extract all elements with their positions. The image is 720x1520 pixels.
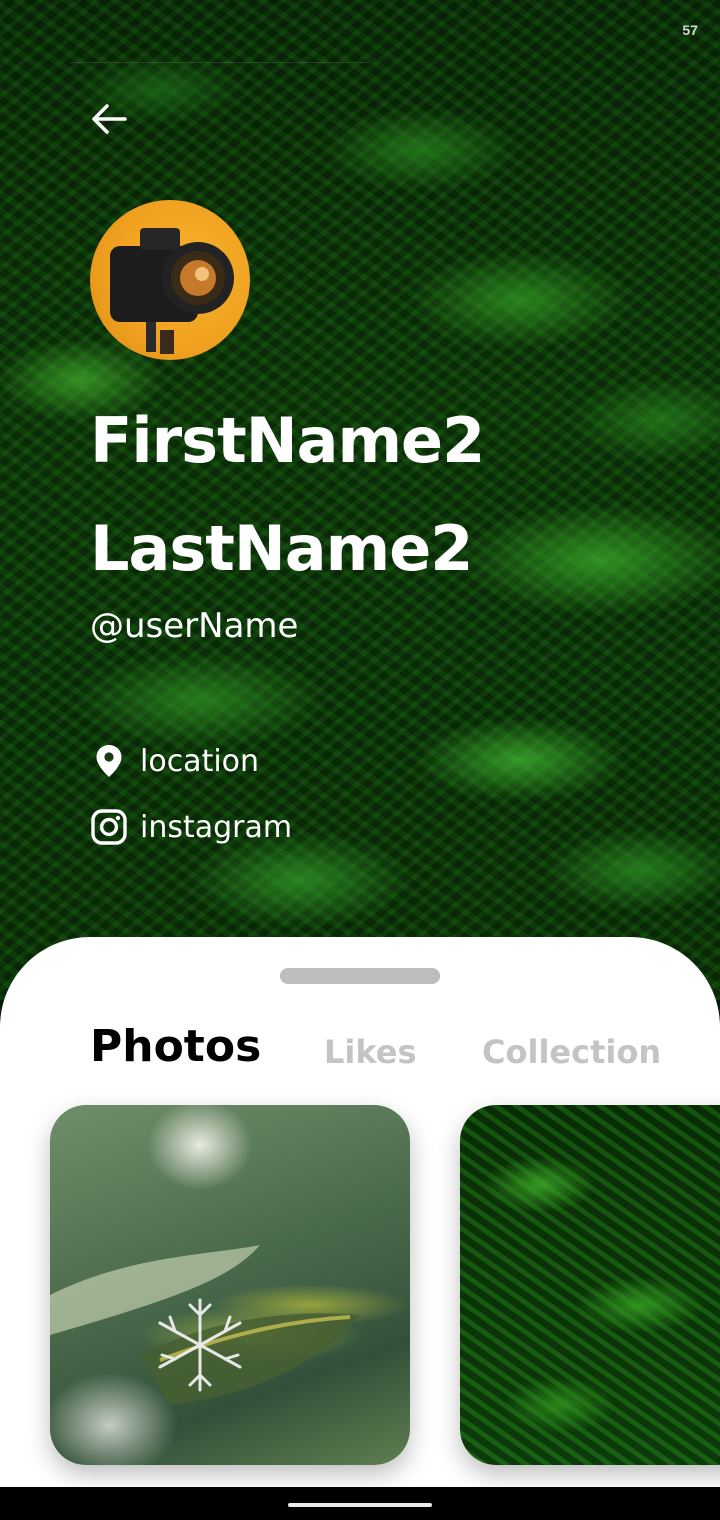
location-pin-icon xyxy=(90,742,128,780)
instagram-row[interactable]: instagram xyxy=(90,808,292,846)
status-divider xyxy=(70,62,370,63)
location-row[interactable]: location xyxy=(90,742,259,780)
camera-icon xyxy=(110,228,234,354)
last-name: LastName2 xyxy=(90,512,473,585)
first-name: FirstName2 xyxy=(90,404,485,477)
status-time: 57 xyxy=(682,22,698,38)
back-button[interactable] xyxy=(84,94,134,144)
tab-photos[interactable]: Photos xyxy=(90,1021,261,1072)
system-navigation-bar xyxy=(0,1487,720,1520)
snowflake-image xyxy=(50,1245,360,1405)
tab-likes[interactable]: Likes xyxy=(324,1033,417,1071)
location-text: location xyxy=(140,743,260,779)
photo-card[interactable] xyxy=(460,1105,720,1465)
photo-card[interactable] xyxy=(50,1105,410,1465)
instagram-text: instagram xyxy=(140,809,293,845)
arrow-left-icon xyxy=(92,104,127,134)
photos-bottom-sheet: Photos Likes Collection xyxy=(0,937,720,1487)
drag-handle[interactable] xyxy=(280,968,440,984)
header-background-image xyxy=(0,0,720,1000)
avatar[interactable] xyxy=(90,200,250,360)
instagram-icon xyxy=(90,808,128,846)
tab-collection[interactable]: Collection xyxy=(482,1033,661,1071)
username: @userName xyxy=(90,606,299,646)
status-bar: 57 xyxy=(0,0,720,63)
profile-screen: 57 FirstName2 LastName2 @userName locati… xyxy=(0,0,720,1520)
home-indicator[interactable] xyxy=(288,1503,432,1507)
